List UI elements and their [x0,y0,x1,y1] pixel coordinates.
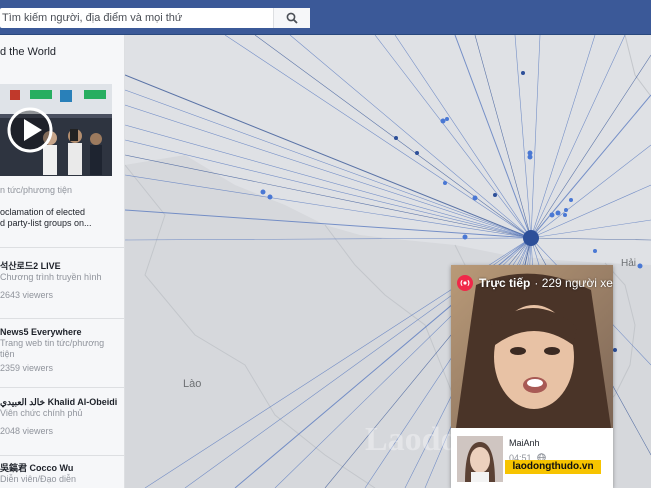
connection-line [530,219,651,239]
item-category-2: tiện [0,349,15,359]
source-watermark: laodongthudo.vn [505,460,601,474]
search-icon [286,12,298,24]
location-dot[interactable] [523,230,539,246]
divider [0,455,124,456]
item-category: Chương trình truyền hình [0,272,102,282]
connection-line [374,35,532,239]
location-dot[interactable] [527,154,533,160]
sidebar-title: d the World [0,46,57,58]
location-dot[interactable] [472,195,478,201]
search-box[interactable] [0,8,310,28]
location-dot[interactable] [260,189,266,195]
live-video-card[interactable]: Trực tiếp · 229 người xem MaiAnh 04:51 [451,265,613,488]
connection-line [530,94,651,239]
location-dot[interactable] [493,193,497,197]
location-dot[interactable] [563,213,567,217]
live-sidebar: d the World n tức/phương tiện oclamation… [0,35,125,488]
connection-line [454,35,532,239]
item-description: oclamation of elected [0,207,86,217]
map-label-hai: Hải [621,258,637,269]
map-label-laos: Lào [183,378,202,390]
location-dot[interactable] [555,210,561,216]
divider [0,247,124,248]
divider [0,318,124,319]
video-thumbnail[interactable] [0,84,112,176]
item-category: Trang web tin tức/phương [0,338,105,348]
search-button[interactable] [273,8,310,28]
connection-line [394,35,532,239]
item-name: 吳鎬君 Cocco Wu [0,463,74,473]
item-category: Viên chức chính phủ [0,408,83,418]
location-dot[interactable] [593,249,597,253]
item-name: خالد العبيدي Khalid Al-Obeidi [0,397,118,407]
live-label: Trực tiếp [479,276,531,290]
live-icon [457,275,473,291]
user-name[interactable]: MaiAnh [509,438,540,448]
divider [0,387,124,388]
connection-line [514,35,532,239]
location-dot[interactable] [564,208,568,212]
connection-line [530,35,541,239]
location-dot[interactable] [462,234,468,240]
item-category: Diễn viên/Đạo diễn [0,474,77,484]
list-item[interactable]: News5 Everywhere Trang web tin tức/phươn… [0,327,124,374]
live-status-bar: Trực tiếp · 229 người xem [457,275,613,291]
item-name: News5 Everywhere [0,327,82,337]
connection-line [530,237,651,241]
item-viewers: 2359 viewers [0,363,54,373]
card-footer: MaiAnh 04:51 [451,428,613,488]
location-dot[interactable] [521,71,525,75]
connection-line [474,35,532,239]
list-item[interactable]: 吳鎬君 Cocco Wu Diễn viên/Đạo diễn [0,463,124,485]
connection-line [530,35,626,239]
item-viewers: 2643 viewers [0,290,54,300]
connection-line [530,144,651,239]
location-dot[interactable] [445,117,449,121]
location-dot[interactable] [549,212,555,218]
item-viewers: 2048 viewers [0,426,54,436]
location-dot[interactable] [440,118,446,124]
search-input[interactable] [0,8,272,28]
live-video[interactable]: Trực tiếp · 229 người xem [451,265,613,428]
item-description-2: d party-list groups on... [0,218,92,228]
connection-line [530,184,651,239]
location-dot[interactable] [613,348,617,352]
item-category: n tức/phương tiện [0,185,72,195]
location-dot[interactable] [415,151,419,155]
list-item[interactable]: 석산로드2 LIVE Chương trình truyền hình 2643… [0,261,124,301]
play-icon[interactable] [6,106,54,154]
avatar[interactable] [457,436,503,482]
connection-line [254,35,532,239]
live-viewer-count: · 229 người xem [534,276,613,290]
item-name: 석산로드2 LIVE [0,261,61,271]
location-dot[interactable] [569,198,573,202]
connection-line [530,35,596,239]
top-bar [0,0,651,35]
list-item[interactable]: n tức/phương tiện oclamation of elected … [0,185,124,229]
location-dot[interactable] [394,136,398,140]
location-dot[interactable] [637,263,643,269]
location-dot[interactable] [443,181,447,185]
location-dot[interactable] [267,194,273,200]
list-item[interactable]: خالد العبيدي Khalid Al-Obeidi Viên chức … [0,397,124,437]
connection-line [289,35,532,239]
connection-line [530,54,651,239]
